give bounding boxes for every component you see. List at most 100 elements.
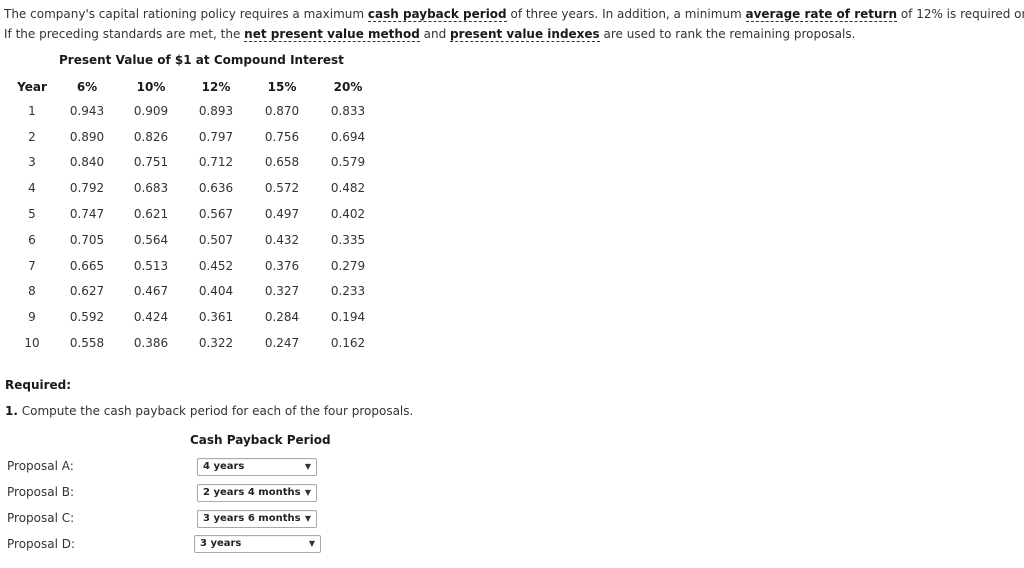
- cell-year: 3: [28, 155, 36, 170]
- cell-year: 7: [28, 258, 36, 273]
- intro-text-segment: of three years. In addition, a minimum: [506, 7, 746, 21]
- term-cash-payback-period[interactable]: cash payback period: [367, 7, 507, 22]
- table-row: 2 0.890 0.826 0.797 0.756 0.694: [9, 124, 381, 150]
- table-row: 8 0.627 0.467 0.404 0.327 0.233: [9, 279, 381, 305]
- cell-6pct: 0.840: [69, 155, 105, 170]
- triangle-down-icon: ▼: [304, 462, 311, 471]
- cell-20pct: 0.482: [330, 181, 366, 196]
- cell-20pct: 0.279: [330, 258, 366, 273]
- cell-15pct: 0.284: [264, 310, 300, 325]
- term-net-present-value-method[interactable]: net present value method: [244, 27, 420, 42]
- present-value-table: Year 6% 10% 12% 15% 20% 1 0.943 0.909 0.893…: [9, 76, 381, 356]
- cell-20pct: 0.233: [330, 284, 366, 299]
- intro-line-2: If the preceding standards are met, the …: [4, 24, 1024, 44]
- table-header-row: Year 6% 10% 12% 15% 20%: [9, 76, 381, 98]
- cell-10pct: 0.751: [133, 155, 169, 170]
- triangle-down-icon: ▼: [308, 539, 315, 548]
- table-row: 7 0.665 0.513 0.452 0.376 0.279: [9, 253, 381, 279]
- column-header-10pct: 10%: [136, 80, 166, 94]
- cell-10pct: 0.467: [133, 284, 169, 299]
- cell-20pct: 0.162: [330, 336, 366, 351]
- cell-10pct: 0.424: [133, 310, 169, 325]
- cell-20pct: 0.694: [330, 129, 366, 144]
- intro-text: The company's capital rationing policy r…: [4, 4, 1024, 44]
- cell-year: 1: [28, 103, 36, 118]
- column-header-15pct: 15%: [267, 80, 297, 94]
- cell-12pct: 0.893: [198, 103, 234, 118]
- cell-15pct: 0.327: [264, 284, 300, 299]
- cell-6pct: 0.627: [69, 284, 105, 299]
- proposal-d-dropdown[interactable]: 3 years ▼: [194, 535, 321, 553]
- column-header-20pct: 20%: [333, 80, 363, 94]
- cell-20pct: 0.335: [330, 232, 366, 247]
- cell-12pct: 0.636: [198, 181, 234, 196]
- cell-12pct: 0.452: [198, 258, 234, 273]
- cell-6pct: 0.558: [69, 336, 105, 351]
- cell-6pct: 0.592: [69, 310, 105, 325]
- dropdown-value: 2 years 4 months: [203, 487, 301, 498]
- intro-line-1: The company's capital rationing policy r…: [4, 4, 1024, 24]
- cell-15pct: 0.756: [264, 129, 300, 144]
- intro-text-segment: If the preceding standards are met, the: [4, 27, 245, 41]
- dropdown-value: 3 years 6 months: [203, 513, 301, 524]
- proposal-a-label: Proposal A:: [7, 459, 74, 473]
- table-row: 9 0.592 0.424 0.361 0.284 0.194: [9, 304, 381, 330]
- cell-6pct: 0.705: [69, 232, 105, 247]
- cell-12pct: 0.361: [198, 310, 234, 325]
- cash-payback-period-header: Cash Payback Period: [190, 433, 331, 447]
- cell-year: 4: [28, 181, 36, 196]
- proposal-a-dropdown[interactable]: 4 years ▼: [197, 458, 317, 476]
- proposal-c-dropdown[interactable]: 3 years 6 months ▼: [197, 510, 317, 528]
- cell-year: 2: [28, 129, 36, 144]
- cell-15pct: 0.247: [264, 336, 300, 351]
- dropdown-value: 3 years: [200, 538, 242, 549]
- table-row: 5 0.747 0.621 0.567 0.497 0.402: [9, 201, 381, 227]
- cell-15pct: 0.432: [264, 232, 300, 247]
- question-text: Compute the cash payback period for each…: [21, 404, 414, 418]
- cell-10pct: 0.909: [133, 103, 169, 118]
- cell-6pct: 0.665: [69, 258, 105, 273]
- cell-20pct: 0.194: [330, 310, 366, 325]
- intro-text-segment: The company's capital rationing policy r…: [4, 7, 368, 21]
- cell-year: 5: [28, 207, 36, 222]
- cell-12pct: 0.567: [198, 207, 234, 222]
- pv-table-title: Present Value of $1 at Compound Interest: [59, 53, 344, 67]
- cell-10pct: 0.826: [133, 129, 169, 144]
- cell-6pct: 0.890: [69, 129, 105, 144]
- term-present-value-indexes[interactable]: present value indexes: [450, 27, 600, 42]
- cell-6pct: 0.747: [69, 207, 105, 222]
- table-row: 3 0.840 0.751 0.712 0.658 0.579: [9, 150, 381, 176]
- triangle-down-icon: ▼: [304, 514, 311, 523]
- cell-15pct: 0.572: [264, 181, 300, 196]
- cell-year: 10: [24, 336, 40, 351]
- table-row: 6 0.705 0.564 0.507 0.432 0.335: [9, 227, 381, 253]
- intro-text-segment: are used to rank the remaining proposals…: [599, 27, 856, 41]
- cell-10pct: 0.386: [133, 336, 169, 351]
- column-header-12pct: 12%: [201, 80, 231, 94]
- cell-15pct: 0.870: [264, 103, 300, 118]
- proposal-d-label: Proposal D:: [7, 537, 76, 551]
- cell-10pct: 0.621: [133, 207, 169, 222]
- proposal-b-dropdown[interactable]: 2 years 4 months ▼: [197, 484, 317, 502]
- cell-10pct: 0.513: [133, 258, 169, 273]
- cell-10pct: 0.683: [133, 181, 169, 196]
- cell-15pct: 0.497: [264, 207, 300, 222]
- column-header-6pct: 6%: [76, 80, 98, 94]
- cell-20pct: 0.833: [330, 103, 366, 118]
- cell-15pct: 0.658: [264, 155, 300, 170]
- cell-12pct: 0.322: [198, 336, 234, 351]
- table-row: 4 0.792 0.683 0.636 0.572 0.482: [9, 175, 381, 201]
- cell-year: 8: [28, 284, 36, 299]
- term-average-rate-of-return[interactable]: average rate of return: [745, 7, 897, 22]
- triangle-down-icon: ▼: [304, 488, 311, 497]
- column-header-year: Year: [17, 80, 47, 94]
- table-row: 10 0.558 0.386 0.322 0.247 0.162: [9, 330, 381, 356]
- cell-20pct: 0.579: [330, 155, 366, 170]
- cell-20pct: 0.402: [330, 207, 366, 222]
- cell-year: 6: [28, 232, 36, 247]
- cell-12pct: 0.507: [198, 232, 234, 247]
- proposal-c-label: Proposal C:: [7, 511, 75, 525]
- intro-text-segment: of 12% is required on all projects.: [900, 7, 1024, 21]
- cell-6pct: 0.943: [69, 103, 105, 118]
- question-number: 1.: [5, 404, 18, 418]
